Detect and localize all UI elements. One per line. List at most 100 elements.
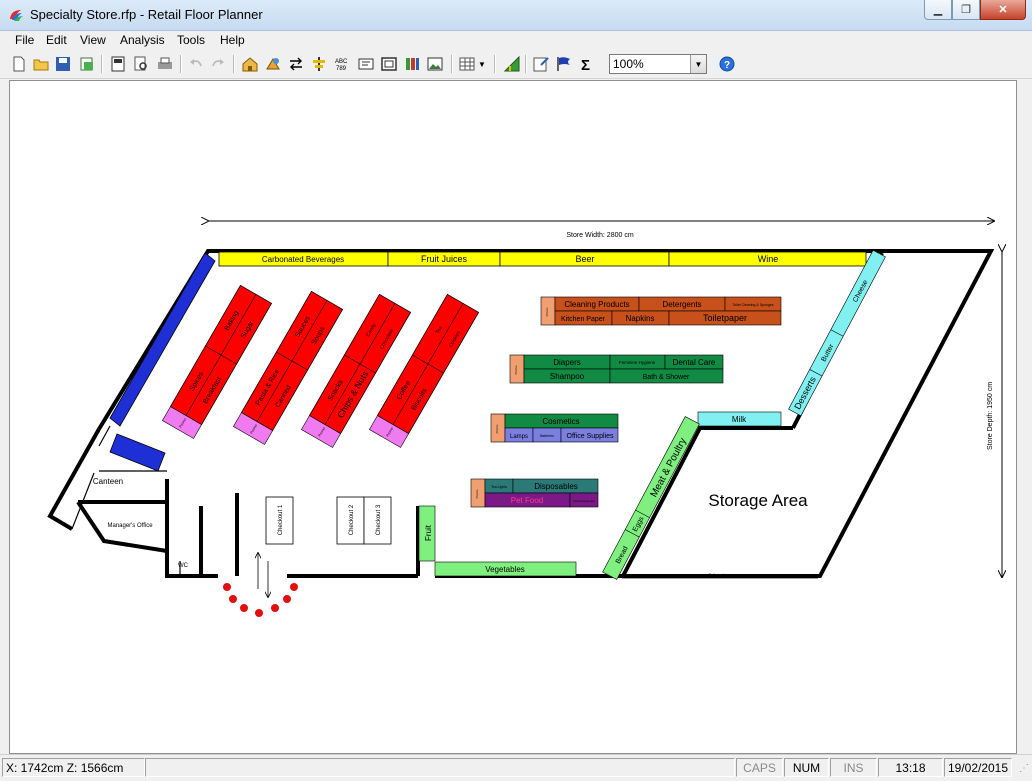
label-feminine-hygiene: Feminine Hygiene <box>619 360 656 365</box>
chevron-down-icon: ▼ <box>478 59 486 69</box>
sum-button[interactable]: Σ <box>577 54 597 74</box>
menu-tools[interactable]: Tools <box>177 33 205 47</box>
status-time: 13:18 <box>878 758 943 777</box>
fixtures-icon <box>266 58 280 70</box>
chart-button[interactable] <box>502 54 522 74</box>
label-text-icon: ABC789 <box>335 59 348 72</box>
label-wine: Wine <box>758 254 779 264</box>
label-shampoo: Shampoo <box>550 372 585 381</box>
delivery-door-label: Delivery door <box>709 573 730 577</box>
label-toilet-cleaning: Toilet Cleaning & Sponges <box>732 303 773 307</box>
print-preview-icon <box>134 56 147 71</box>
status-bar: X: 1742cm Z: 1566cm CAPS NUM INS 13:18 1… <box>0 754 1032 781</box>
help-button[interactable]: ? <box>717 54 737 74</box>
window-title: Specialty Store.rfp - Retail Floor Plann… <box>30 7 263 22</box>
align-icon <box>313 57 325 71</box>
minimize-icon: ▁ <box>933 4 943 16</box>
label-milk: Milk <box>732 415 747 424</box>
align-button[interactable] <box>309 54 329 74</box>
flag-icon <box>557 57 570 71</box>
resize-grip-icon[interactable]: ⋰ <box>1019 763 1029 774</box>
label-toiletpaper: Toiletpaper <box>703 313 747 323</box>
zoom-value: 100% <box>613 57 644 71</box>
label-dental-care: Dental Care <box>673 358 716 367</box>
save-button[interactable] <box>53 54 73 74</box>
diapers-promo: Promo <box>514 365 518 374</box>
store-button[interactable] <box>240 54 260 74</box>
cosmetics-promo: Promo <box>495 424 499 433</box>
depth-dimension: Store Depth: 1950 cm <box>987 251 1002 577</box>
label-tea-lights: Tea Lights <box>491 485 507 489</box>
flag-button[interactable] <box>554 54 574 74</box>
floor-plan-canvas[interactable]: Store Width: 2800 cm Store Depth: 1950 c… <box>9 80 1017 754</box>
checkout-counters <box>265 496 392 545</box>
menu-help[interactable]: Help <box>220 33 245 47</box>
zoom-select[interactable]: 100% ▼ <box>609 54 707 74</box>
app-window: Specialty Store.rfp - Retail Floor Plann… <box>0 0 1032 781</box>
minimize-button[interactable]: ▁ <box>924 0 952 20</box>
frame-icon <box>381 57 397 71</box>
wall-details <box>71 425 818 579</box>
label-checkout-2: Checkout 2 <box>349 504 355 535</box>
shelf-left-end[interactable] <box>109 433 166 472</box>
label-pet-accessories: Pet Accessories <box>573 499 595 503</box>
disposables-promo: Promo <box>475 489 479 498</box>
print-button[interactable] <box>155 54 175 74</box>
maximize-button[interactable]: ❐ <box>952 0 980 20</box>
label-diapers: Diapers <box>553 358 581 367</box>
frame-button[interactable] <box>379 54 399 74</box>
menu-bar: File Edit View Analysis Tools Help <box>0 31 1032 50</box>
menu-view[interactable]: View <box>80 33 106 47</box>
vertical-scrollbar[interactable] <box>1017 80 1032 752</box>
new-button[interactable] <box>9 54 29 74</box>
text-box-button[interactable] <box>356 54 376 74</box>
label-cosmetics: Cosmetics <box>542 417 579 426</box>
close-button[interactable]: ✕ <box>980 0 1026 20</box>
menu-file[interactable]: File <box>15 33 34 47</box>
title-bar: Specialty Store.rfp - Retail Floor Plann… <box>0 0 1032 31</box>
image-button[interactable] <box>425 54 445 74</box>
label-carbonated-beverages: Carbonated Beverages <box>262 255 344 264</box>
label-batteries: Batteries <box>540 434 554 438</box>
label-vegetables: Vegetables <box>485 565 525 574</box>
label-fruit-juices: Fruit Juices <box>421 254 468 264</box>
canteen-label: Canteen <box>93 477 123 486</box>
print-preview-button[interactable] <box>131 54 151 74</box>
open-folder-icon <box>33 59 49 71</box>
export-button[interactable] <box>77 54 97 74</box>
label-bath-shower: Bath & Shower <box>643 374 690 381</box>
restore-icon: ❐ <box>961 4 971 16</box>
menu-analysis[interactable]: Analysis <box>120 33 165 47</box>
grid-button[interactable] <box>457 54 477 74</box>
undo-button[interactable] <box>186 54 206 74</box>
shelving-button[interactable] <box>402 54 422 74</box>
svg-text:?: ? <box>724 60 730 71</box>
menu-edit[interactable]: Edit <box>46 33 67 47</box>
width-dimension: Store Width: 2800 cm <box>208 221 994 239</box>
fixtures-button[interactable] <box>263 54 283 74</box>
redo-icon <box>212 59 224 67</box>
swap-button[interactable] <box>286 54 306 74</box>
right-wall-shelf[interactable]: Cheese Butter Desserts <box>788 249 886 417</box>
entrance <box>223 553 298 617</box>
sigma-icon: Σ <box>581 57 590 73</box>
grid-dropdown-button[interactable]: ▼ <box>476 54 488 74</box>
label-disposables: Disposables <box>534 482 578 491</box>
redo-button[interactable] <box>208 54 228 74</box>
label-checkout-1: Checkout 1 <box>278 504 284 535</box>
status-num: NUM <box>784 758 829 777</box>
image-icon <box>427 57 443 71</box>
floor-plan: Store Width: 2800 cm Store Depth: 1950 c… <box>47 81 1016 617</box>
page-setup-button[interactable] <box>108 54 128 74</box>
export-icon <box>80 57 93 71</box>
properties-button[interactable] <box>531 54 551 74</box>
label-fruit: Fruit <box>424 524 433 541</box>
properties-icon <box>533 57 549 72</box>
toolbar: ABC 789 ▼ Σ ? <box>0 51 1032 79</box>
status-ins: INS <box>830 758 877 777</box>
open-button[interactable] <box>31 54 51 74</box>
label-button[interactable]: ABC 789 <box>332 54 352 74</box>
store-width-label: Store Width: 2800 cm <box>566 232 633 239</box>
label-checkout-3: Checkout 3 <box>376 504 382 535</box>
save-icon <box>56 57 70 71</box>
